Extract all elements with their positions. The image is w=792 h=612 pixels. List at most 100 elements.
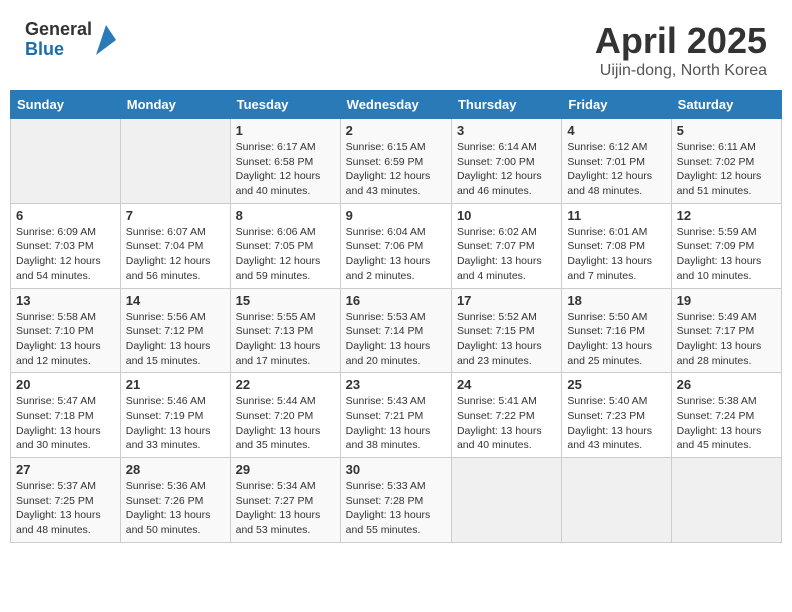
day-info: Sunrise: 5:36 AMSunset: 7:26 PMDaylight:…: [126, 479, 225, 538]
day-number: 3: [457, 123, 556, 138]
day-info: Sunrise: 5:37 AMSunset: 7:25 PMDaylight:…: [16, 479, 115, 538]
calendar-cell: 22 Sunrise: 5:44 AMSunset: 7:20 PMDayligh…: [230, 373, 340, 458]
calendar-cell: 16 Sunrise: 5:53 AMSunset: 7:14 PMDayligh…: [340, 288, 451, 373]
calendar-cell: 14 Sunrise: 5:56 AMSunset: 7:12 PMDayligh…: [120, 288, 230, 373]
day-info: Sunrise: 6:15 AMSunset: 6:59 PMDaylight:…: [346, 140, 446, 199]
day-info: Sunrise: 5:33 AMSunset: 7:28 PMDaylight:…: [346, 479, 446, 538]
calendar-cell: 30 Sunrise: 5:33 AMSunset: 7:28 PMDayligh…: [340, 458, 451, 543]
day-info: Sunrise: 6:02 AMSunset: 7:07 PMDaylight:…: [457, 225, 556, 284]
day-number: 27: [16, 462, 115, 477]
day-info: Sunrise: 5:56 AMSunset: 7:12 PMDaylight:…: [126, 310, 225, 369]
calendar-cell: 7 Sunrise: 6:07 AMSunset: 7:04 PMDaylight…: [120, 203, 230, 288]
day-info: Sunrise: 6:06 AMSunset: 7:05 PMDaylight:…: [236, 225, 335, 284]
day-number: 11: [567, 208, 665, 223]
calendar-cell: [562, 458, 671, 543]
calendar-cell: 19 Sunrise: 5:49 AMSunset: 7:17 PMDayligh…: [671, 288, 781, 373]
calendar-cell: 12 Sunrise: 5:59 AMSunset: 7:09 PMDayligh…: [671, 203, 781, 288]
day-info: Sunrise: 6:14 AMSunset: 7:00 PMDaylight:…: [457, 140, 556, 199]
day-info: Sunrise: 5:34 AMSunset: 7:27 PMDaylight:…: [236, 479, 335, 538]
logo-general: General: [25, 20, 92, 40]
month-title: April 2025: [595, 20, 767, 62]
day-number: 8: [236, 208, 335, 223]
day-number: 4: [567, 123, 665, 138]
day-number: 24: [457, 377, 556, 392]
day-info: Sunrise: 6:17 AMSunset: 6:58 PMDaylight:…: [236, 140, 335, 199]
calendar-cell: 5Sunrise: 6:11 AMSunset: 7:02 PMDaylight…: [671, 119, 781, 204]
week-row-1: 6 Sunrise: 6:09 AMSunset: 7:03 PMDaylight…: [11, 203, 782, 288]
day-info: Sunrise: 5:49 AMSunset: 7:17 PMDaylight:…: [677, 310, 776, 369]
logo-blue: Blue: [25, 40, 92, 60]
logo-text: General Blue: [25, 20, 92, 60]
calendar-cell: [120, 119, 230, 204]
page-header: General Blue April 2025 Uijin-dong, Nort…: [10, 10, 782, 85]
day-info: Sunrise: 5:53 AMSunset: 7:14 PMDaylight:…: [346, 310, 446, 369]
day-info: Sunrise: 6:11 AMSunset: 7:02 PMDaylight:…: [677, 140, 776, 199]
day-info: Sunrise: 5:58 AMSunset: 7:10 PMDaylight:…: [16, 310, 115, 369]
week-row-2: 13Sunrise: 5:58 AMSunset: 7:10 PMDayligh…: [11, 288, 782, 373]
day-number: 26: [677, 377, 776, 392]
day-number: 28: [126, 462, 225, 477]
weekday-header-monday: Monday: [120, 91, 230, 119]
weekday-header-saturday: Saturday: [671, 91, 781, 119]
day-number: 17: [457, 293, 556, 308]
calendar-cell: [671, 458, 781, 543]
day-info: Sunrise: 6:04 AMSunset: 7:06 PMDaylight:…: [346, 225, 446, 284]
weekday-header-thursday: Thursday: [451, 91, 561, 119]
location: Uijin-dong, North Korea: [595, 62, 767, 80]
day-info: Sunrise: 5:55 AMSunset: 7:13 PMDaylight:…: [236, 310, 335, 369]
calendar-table: SundayMondayTuesdayWednesdayThursdayFrid…: [10, 90, 782, 543]
day-number: 25: [567, 377, 665, 392]
calendar-cell: 18 Sunrise: 5:50 AMSunset: 7:16 PMDayligh…: [562, 288, 671, 373]
calendar-cell: [11, 119, 121, 204]
calendar-cell: 3 Sunrise: 6:14 AMSunset: 7:00 PMDaylight…: [451, 119, 561, 204]
day-info: Sunrise: 6:09 AMSunset: 7:03 PMDaylight:…: [16, 225, 115, 284]
calendar-cell: 2 Sunrise: 6:15 AMSunset: 6:59 PMDaylight…: [340, 119, 451, 204]
calendar-cell: 24 Sunrise: 5:41 AMSunset: 7:22 PMDayligh…: [451, 373, 561, 458]
day-number: 16: [346, 293, 446, 308]
day-number: 2: [346, 123, 446, 138]
day-info: Sunrise: 5:46 AMSunset: 7:19 PMDaylight:…: [126, 394, 225, 453]
calendar-cell: 11 Sunrise: 6:01 AMSunset: 7:08 PMDayligh…: [562, 203, 671, 288]
day-info: Sunrise: 5:41 AMSunset: 7:22 PMDaylight:…: [457, 394, 556, 453]
calendar-cell: 6 Sunrise: 6:09 AMSunset: 7:03 PMDaylight…: [11, 203, 121, 288]
calendar-cell: 21 Sunrise: 5:46 AMSunset: 7:19 PMDayligh…: [120, 373, 230, 458]
day-number: 18: [567, 293, 665, 308]
day-info: Sunrise: 5:59 AMSunset: 7:09 PMDaylight:…: [677, 225, 776, 284]
day-info: Sunrise: 6:07 AMSunset: 7:04 PMDaylight:…: [126, 225, 225, 284]
day-number: 20: [16, 377, 115, 392]
weekday-header-row: SundayMondayTuesdayWednesdayThursdayFrid…: [11, 91, 782, 119]
day-number: 21: [126, 377, 225, 392]
calendar-cell: 9 Sunrise: 6:04 AMSunset: 7:06 PMDaylight…: [340, 203, 451, 288]
calendar-cell: 4Sunrise: 6:12 AMSunset: 7:01 PMDaylight…: [562, 119, 671, 204]
calendar-cell: 28 Sunrise: 5:36 AMSunset: 7:26 PMDayligh…: [120, 458, 230, 543]
day-number: 15: [236, 293, 335, 308]
calendar-cell: 29 Sunrise: 5:34 AMSunset: 7:27 PMDayligh…: [230, 458, 340, 543]
weekday-header-tuesday: Tuesday: [230, 91, 340, 119]
day-number: 14: [126, 293, 225, 308]
logo: General Blue: [25, 20, 116, 60]
day-number: 6: [16, 208, 115, 223]
calendar-cell: 25Sunrise: 5:40 AMSunset: 7:23 PMDayligh…: [562, 373, 671, 458]
day-info: Sunrise: 5:52 AMSunset: 7:15 PMDaylight:…: [457, 310, 556, 369]
day-number: 29: [236, 462, 335, 477]
day-number: 30: [346, 462, 446, 477]
title-block: April 2025 Uijin-dong, North Korea: [595, 20, 767, 80]
day-info: Sunrise: 5:50 AMSunset: 7:16 PMDaylight:…: [567, 310, 665, 369]
day-info: Sunrise: 5:44 AMSunset: 7:20 PMDaylight:…: [236, 394, 335, 453]
calendar-cell: 8 Sunrise: 6:06 AMSunset: 7:05 PMDaylight…: [230, 203, 340, 288]
day-number: 19: [677, 293, 776, 308]
week-row-4: 27 Sunrise: 5:37 AMSunset: 7:25 PMDayligh…: [11, 458, 782, 543]
calendar-cell: 20 Sunrise: 5:47 AMSunset: 7:18 PMDayligh…: [11, 373, 121, 458]
day-number: 22: [236, 377, 335, 392]
day-number: 7: [126, 208, 225, 223]
day-info: Sunrise: 5:43 AMSunset: 7:21 PMDaylight:…: [346, 394, 446, 453]
calendar-cell: 26 Sunrise: 5:38 AMSunset: 7:24 PMDayligh…: [671, 373, 781, 458]
day-number: 12: [677, 208, 776, 223]
day-info: Sunrise: 5:38 AMSunset: 7:24 PMDaylight:…: [677, 394, 776, 453]
day-number: 9: [346, 208, 446, 223]
calendar-cell: 27 Sunrise: 5:37 AMSunset: 7:25 PMDayligh…: [11, 458, 121, 543]
calendar-cell: 13Sunrise: 5:58 AMSunset: 7:10 PMDayligh…: [11, 288, 121, 373]
day-info: Sunrise: 6:01 AMSunset: 7:08 PMDaylight:…: [567, 225, 665, 284]
day-info: Sunrise: 5:47 AMSunset: 7:18 PMDaylight:…: [16, 394, 115, 453]
week-row-0: 1Sunrise: 6:17 AMSunset: 6:58 PMDaylight…: [11, 119, 782, 204]
